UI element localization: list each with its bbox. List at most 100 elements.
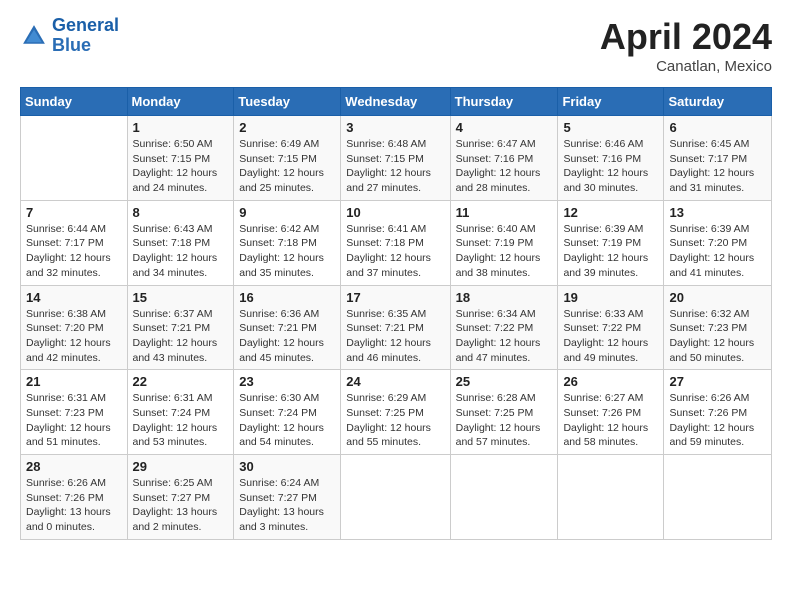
col-header-monday: Monday (127, 88, 234, 116)
day-number: 28 (26, 459, 122, 474)
day-number: 22 (133, 374, 229, 389)
day-number: 8 (133, 205, 229, 220)
logo-icon (20, 22, 48, 50)
calendar-cell: 26Sunrise: 6:27 AM Sunset: 7:26 PM Dayli… (558, 370, 664, 455)
day-number: 15 (133, 290, 229, 305)
calendar-cell: 6 Sunrise: 6:45 AM Sunset: 7:17 PM Daylig… (664, 116, 772, 201)
col-header-wednesday: Wednesday (341, 88, 450, 116)
calendar-cell: 25Sunrise: 6:28 AM Sunset: 7:25 PM Dayli… (450, 370, 558, 455)
calendar-cell (558, 455, 664, 540)
day-info: Sunrise: 6:45 AM Sunset: 7:17 PM Dayligh… (669, 137, 766, 196)
day-info: Sunrise: 6:46 AM Sunset: 7:16 PM Dayligh… (563, 137, 658, 196)
calendar-cell: 10 Sunrise: 6:41 AM Sunset: 7:18 PM Dayli… (341, 200, 450, 285)
day-info: Sunrise: 6:39 AM Sunset: 7:20 PM Dayligh… (669, 222, 766, 281)
day-info: Sunrise: 6:48 AM Sunset: 7:15 PM Dayligh… (346, 137, 444, 196)
calendar-cell (664, 455, 772, 540)
day-number: 18 (456, 290, 553, 305)
day-info: Sunrise: 6:25 AM Sunset: 7:27 PM Dayligh… (133, 476, 229, 535)
location: Canatlan, Mexico (600, 58, 772, 75)
day-info: Sunrise: 6:41 AM Sunset: 7:18 PM Dayligh… (346, 222, 444, 281)
day-number: 23 (239, 374, 335, 389)
day-info: Sunrise: 6:50 AM Sunset: 7:15 PM Dayligh… (133, 137, 229, 196)
calendar-cell (21, 116, 128, 201)
calendar-cell: 13 Sunrise: 6:39 AM Sunset: 7:20 PM Dayli… (664, 200, 772, 285)
day-number: 1 (133, 120, 229, 135)
day-number: 13 (669, 205, 766, 220)
calendar-cell: 11Sunrise: 6:40 AM Sunset: 7:19 PM Dayli… (450, 200, 558, 285)
day-info: Sunrise: 6:24 AM Sunset: 7:27 PM Dayligh… (239, 476, 335, 535)
calendar-header-row: SundayMondayTuesdayWednesdayThursdayFrid… (21, 88, 772, 116)
logo-line1: General (52, 15, 119, 35)
day-number: 30 (239, 459, 335, 474)
day-number: 12 (563, 205, 658, 220)
calendar-cell: 9 Sunrise: 6:42 AM Sunset: 7:18 PM Daylig… (234, 200, 341, 285)
day-number: 2 (239, 120, 335, 135)
calendar-cell (450, 455, 558, 540)
day-number: 7 (26, 205, 122, 220)
day-info: Sunrise: 6:26 AM Sunset: 7:26 PM Dayligh… (26, 476, 122, 535)
calendar-cell: 3Sunrise: 6:48 AM Sunset: 7:15 PM Daylig… (341, 116, 450, 201)
day-number: 10 (346, 205, 444, 220)
col-header-sunday: Sunday (21, 88, 128, 116)
day-number: 27 (669, 374, 766, 389)
day-info: Sunrise: 6:32 AM Sunset: 7:23 PM Dayligh… (669, 307, 766, 366)
title-block: April 2024 Canatlan, Mexico (600, 16, 772, 75)
calendar-cell: 8 Sunrise: 6:43 AM Sunset: 7:18 PM Daylig… (127, 200, 234, 285)
calendar-cell: 21Sunrise: 6:31 AM Sunset: 7:23 PM Dayli… (21, 370, 128, 455)
day-number: 5 (563, 120, 658, 135)
day-info: Sunrise: 6:43 AM Sunset: 7:18 PM Dayligh… (133, 222, 229, 281)
day-info: Sunrise: 6:44 AM Sunset: 7:17 PM Dayligh… (26, 222, 122, 281)
day-number: 9 (239, 205, 335, 220)
day-info: Sunrise: 6:37 AM Sunset: 7:21 PM Dayligh… (133, 307, 229, 366)
calendar-week-row: 1 Sunrise: 6:50 AM Sunset: 7:15 PM Daylig… (21, 116, 772, 201)
calendar-cell: 29 Sunrise: 6:25 AM Sunset: 7:27 PM Dayli… (127, 455, 234, 540)
calendar-week-row: 28 Sunrise: 6:26 AM Sunset: 7:26 PM Dayli… (21, 455, 772, 540)
day-info: Sunrise: 6:26 AM Sunset: 7:26 PM Dayligh… (669, 391, 766, 450)
month-title: April 2024 (600, 16, 772, 58)
calendar-cell: 2 Sunrise: 6:49 AM Sunset: 7:15 PM Daylig… (234, 116, 341, 201)
calendar-cell: 28 Sunrise: 6:26 AM Sunset: 7:26 PM Dayli… (21, 455, 128, 540)
calendar-cell: 30 Sunrise: 6:24 AM Sunset: 7:27 PM Dayli… (234, 455, 341, 540)
calendar-cell: 7 Sunrise: 6:44 AM Sunset: 7:17 PM Daylig… (21, 200, 128, 285)
day-info: Sunrise: 6:39 AM Sunset: 7:19 PM Dayligh… (563, 222, 658, 281)
day-info: Sunrise: 6:47 AM Sunset: 7:16 PM Dayligh… (456, 137, 553, 196)
day-number: 24 (346, 374, 444, 389)
day-info: Sunrise: 6:30 AM Sunset: 7:24 PM Dayligh… (239, 391, 335, 450)
calendar-cell: 22 Sunrise: 6:31 AM Sunset: 7:24 PM Dayli… (127, 370, 234, 455)
logo-line2: Blue (52, 35, 91, 55)
calendar-cell: 12 Sunrise: 6:39 AM Sunset: 7:19 PM Dayli… (558, 200, 664, 285)
calendar-cell: 19Sunrise: 6:33 AM Sunset: 7:22 PM Dayli… (558, 285, 664, 370)
day-info: Sunrise: 6:49 AM Sunset: 7:15 PM Dayligh… (239, 137, 335, 196)
calendar-cell: 18Sunrise: 6:34 AM Sunset: 7:22 PM Dayli… (450, 285, 558, 370)
day-info: Sunrise: 6:42 AM Sunset: 7:18 PM Dayligh… (239, 222, 335, 281)
calendar-cell: 14 Sunrise: 6:38 AM Sunset: 7:20 PM Dayli… (21, 285, 128, 370)
calendar-cell: 20Sunrise: 6:32 AM Sunset: 7:23 PM Dayli… (664, 285, 772, 370)
calendar-cell: 5 Sunrise: 6:46 AM Sunset: 7:16 PM Daylig… (558, 116, 664, 201)
calendar-cell: 27 Sunrise: 6:26 AM Sunset: 7:26 PM Dayli… (664, 370, 772, 455)
logo: General Blue (20, 16, 119, 56)
calendar-cell: 24Sunrise: 6:29 AM Sunset: 7:25 PM Dayli… (341, 370, 450, 455)
day-number: 29 (133, 459, 229, 474)
calendar-week-row: 14 Sunrise: 6:38 AM Sunset: 7:20 PM Dayli… (21, 285, 772, 370)
day-info: Sunrise: 6:36 AM Sunset: 7:21 PM Dayligh… (239, 307, 335, 366)
day-number: 6 (669, 120, 766, 135)
day-number: 21 (26, 374, 122, 389)
day-number: 4 (456, 120, 553, 135)
logo-text: General Blue (52, 16, 119, 56)
calendar-cell: 16 Sunrise: 6:36 AM Sunset: 7:21 PM Dayli… (234, 285, 341, 370)
day-info: Sunrise: 6:31 AM Sunset: 7:24 PM Dayligh… (133, 391, 229, 450)
day-number: 19 (563, 290, 658, 305)
col-header-thursday: Thursday (450, 88, 558, 116)
calendar-table: SundayMondayTuesdayWednesdayThursdayFrid… (20, 87, 772, 540)
calendar-cell: 17Sunrise: 6:35 AM Sunset: 7:21 PM Dayli… (341, 285, 450, 370)
day-number: 16 (239, 290, 335, 305)
calendar-week-row: 7 Sunrise: 6:44 AM Sunset: 7:17 PM Daylig… (21, 200, 772, 285)
day-info: Sunrise: 6:40 AM Sunset: 7:19 PM Dayligh… (456, 222, 553, 281)
day-info: Sunrise: 6:38 AM Sunset: 7:20 PM Dayligh… (26, 307, 122, 366)
calendar-cell: 15 Sunrise: 6:37 AM Sunset: 7:21 PM Dayli… (127, 285, 234, 370)
calendar-cell: 4 Sunrise: 6:47 AM Sunset: 7:16 PM Daylig… (450, 116, 558, 201)
calendar-cell (341, 455, 450, 540)
calendar-cell: 1 Sunrise: 6:50 AM Sunset: 7:15 PM Daylig… (127, 116, 234, 201)
day-number: 14 (26, 290, 122, 305)
day-info: Sunrise: 6:28 AM Sunset: 7:25 PM Dayligh… (456, 391, 553, 450)
